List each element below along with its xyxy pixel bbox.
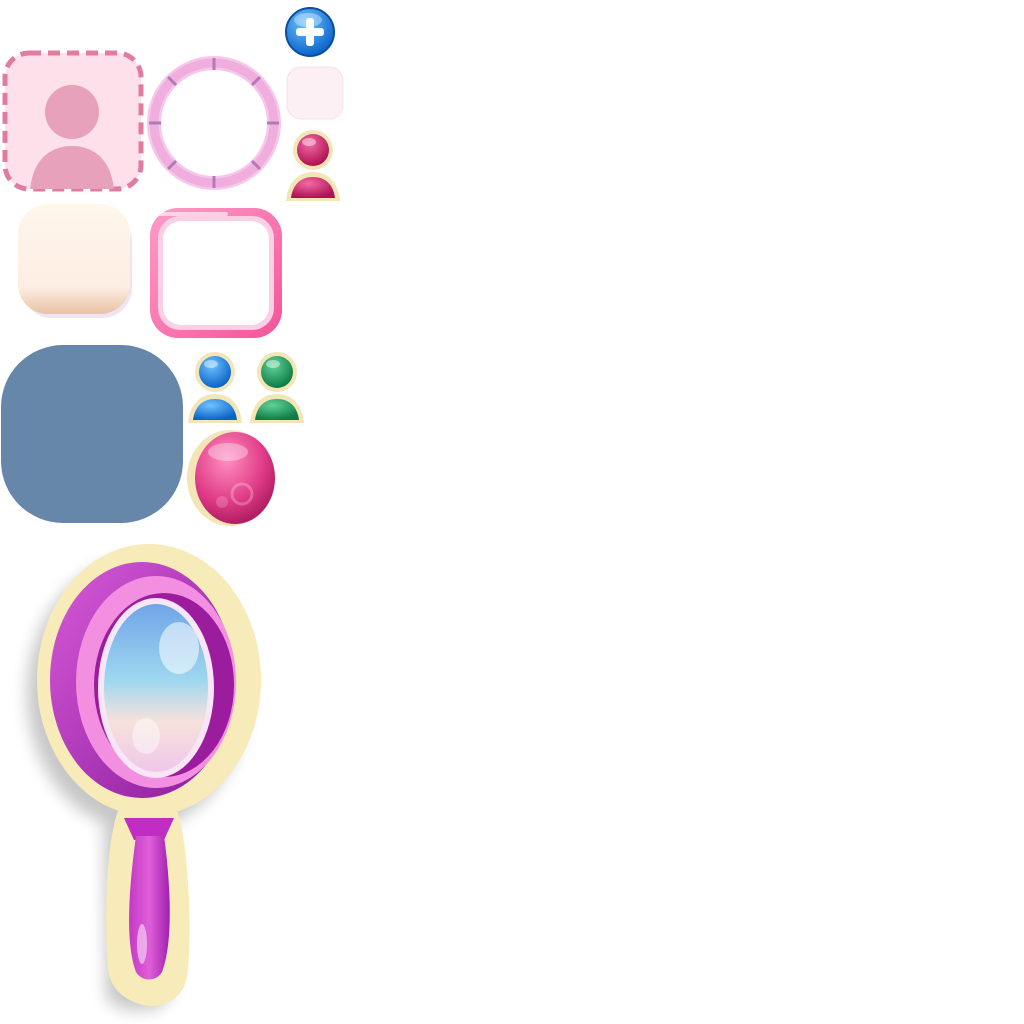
pink-glossy-frame[interactable] bbox=[148, 206, 284, 340]
user-icon bbox=[188, 352, 242, 423]
hand-mirror-icon bbox=[27, 544, 261, 1011]
gem-button-icon bbox=[187, 430, 275, 526]
segmented-ring-icon bbox=[147, 56, 281, 190]
user-icon bbox=[250, 352, 304, 423]
magenta-gem-button[interactable] bbox=[186, 428, 278, 528]
user-silhouette-icon bbox=[2, 50, 144, 192]
rounded-square-icon bbox=[1, 345, 183, 523]
cream-cushion-tile bbox=[14, 202, 136, 320]
avatar-placeholder[interactable] bbox=[2, 50, 144, 192]
avatar-ring-frame[interactable] bbox=[147, 56, 281, 190]
add-button[interactable] bbox=[284, 6, 336, 58]
hand-mirror[interactable] bbox=[24, 540, 274, 1011]
user-badge-green[interactable] bbox=[248, 350, 306, 424]
user-icon bbox=[286, 130, 340, 201]
square-frame-icon bbox=[150, 208, 282, 338]
rounded-square-icon bbox=[18, 204, 132, 318]
user-badge-magenta[interactable] bbox=[284, 128, 342, 202]
rounded-square-icon bbox=[286, 66, 344, 120]
blank-tile-pale-pink bbox=[286, 66, 344, 120]
user-badge-blue[interactable] bbox=[186, 350, 244, 424]
slate-panel bbox=[0, 344, 184, 524]
plus-circle-icon bbox=[285, 7, 335, 57]
